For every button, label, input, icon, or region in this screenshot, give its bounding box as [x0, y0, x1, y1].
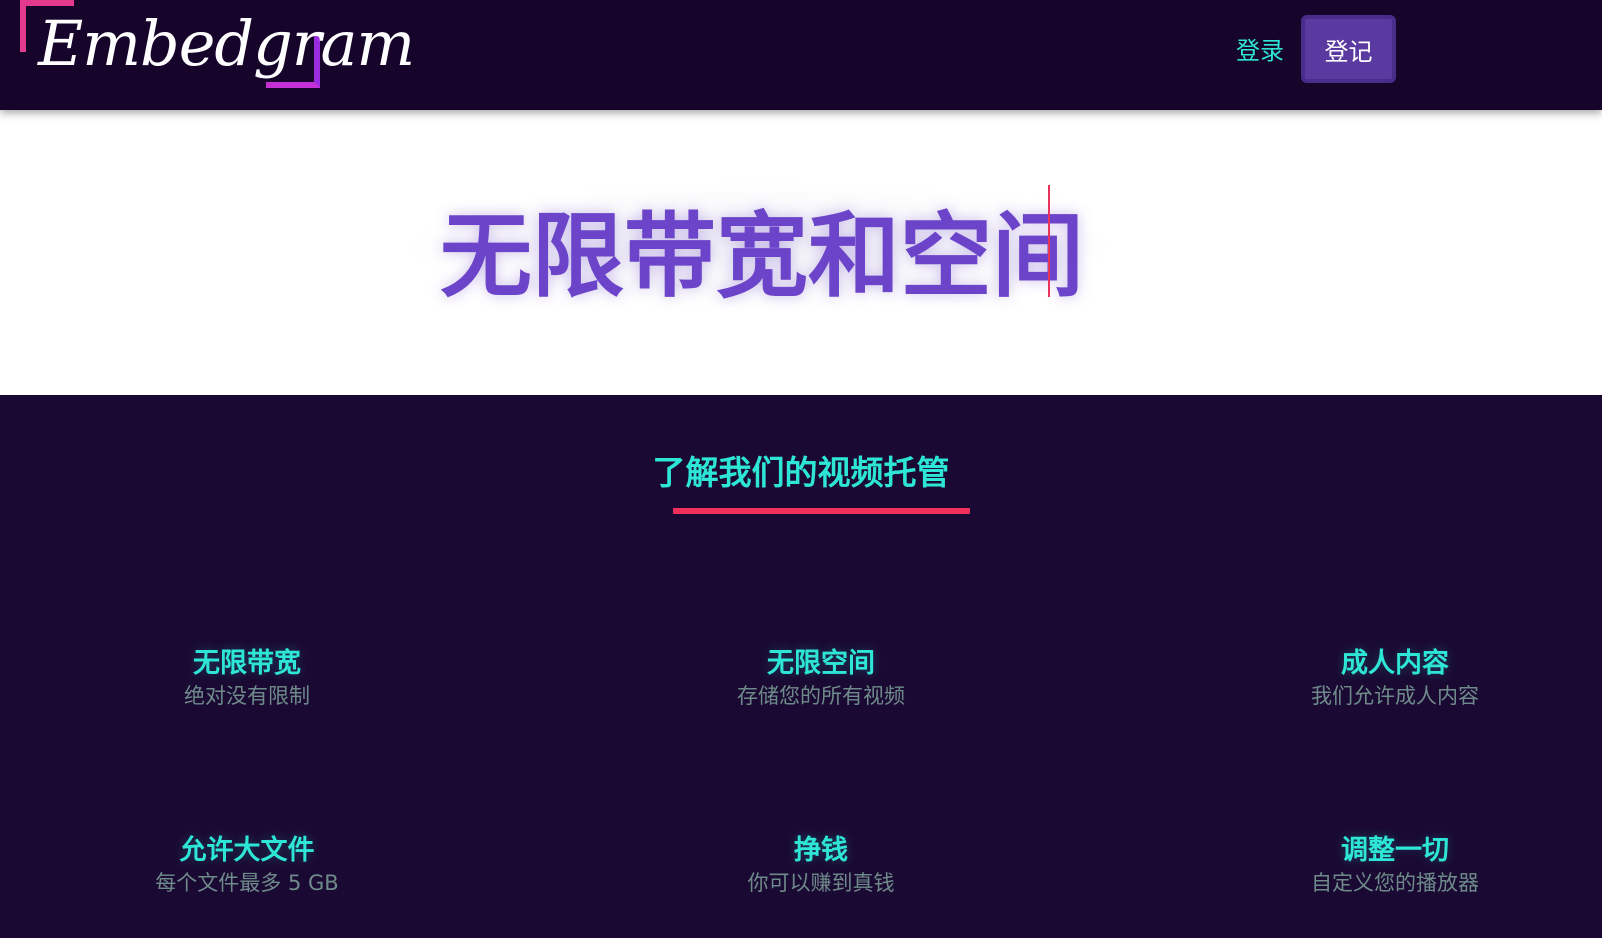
top-navbar: Embedgram 登录 登记 [0, 0, 1602, 110]
feature-description: 你可以赚到真钱 [747, 871, 895, 895]
section-title: 了解我们的视频托管 [652, 453, 950, 492]
feature-title: 挣钱 [794, 835, 848, 866]
feature-title: 允许大文件 [179, 835, 315, 866]
feature-title: 成人内容 [1341, 648, 1449, 679]
typing-cursor [1048, 185, 1050, 297]
feature-customize-player: 调整一切 自定义您的播放器 [1195, 834, 1595, 898]
signup-button[interactable]: 登记 [1301, 15, 1396, 83]
feature-description: 自定义您的播放器 [1311, 871, 1479, 895]
feature-description: 绝对没有限制 [184, 684, 310, 708]
feature-description: 我们允许成人内容 [1311, 684, 1479, 708]
logo-text: Embedgram [38, 7, 415, 80]
section-title-underline [673, 508, 970, 514]
feature-title: 调整一切 [1341, 835, 1449, 866]
feature-title: 无限空间 [767, 648, 875, 679]
feature-description: 每个文件最多 5 GB [155, 871, 339, 895]
hero-title: 无限带宽和空间 [440, 203, 1085, 310]
feature-unlimited-space: 无限空间 存储您的所有视频 [621, 647, 1021, 711]
feature-adult-content: 成人内容 我们允许成人内容 [1195, 647, 1595, 711]
hero-section: 无限带宽和空间 [0, 110, 1602, 395]
site-logo[interactable]: Embedgram [20, 0, 415, 100]
feature-unlimited-bandwidth: 无限带宽 绝对没有限制 [47, 647, 447, 711]
login-link[interactable]: 登录 [1236, 34, 1284, 68]
feature-title: 无限带宽 [193, 648, 301, 679]
features-section: 了解我们的视频托管 无限带宽 绝对没有限制 无限空间 存储您的所有视频 成人内容… [0, 395, 1602, 938]
feature-description: 存储您的所有视频 [737, 684, 905, 708]
feature-earn-money: 挣钱 你可以赚到真钱 [621, 834, 1021, 898]
feature-large-files: 允许大文件 每个文件最多 5 GB [47, 834, 447, 898]
